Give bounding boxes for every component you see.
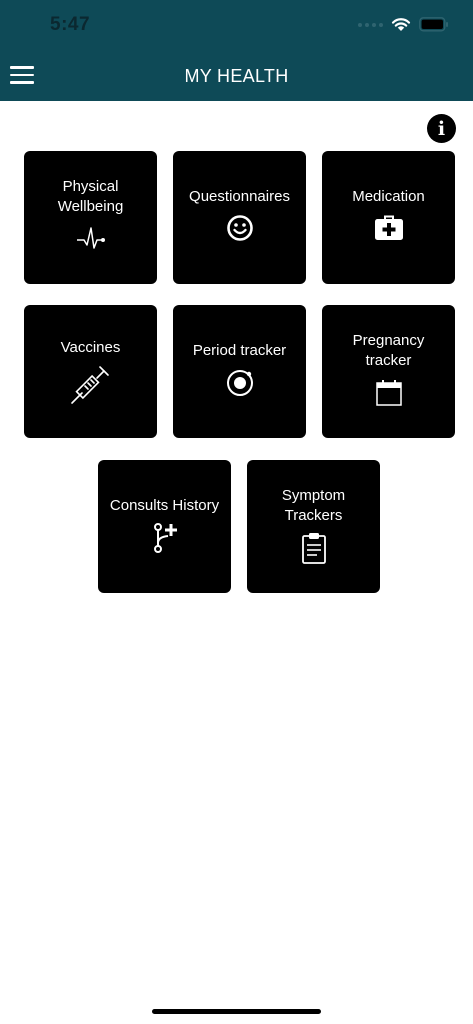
clipboard-icon [301, 533, 326, 564]
app-header: 5:47 MY HEALTH [0, 0, 473, 101]
info-button[interactable]: i [427, 114, 456, 143]
tile-label: Pregnancy tracker [352, 332, 425, 369]
target-circle-icon [226, 370, 253, 396]
tile-symptom-trackers[interactable]: Symptom Trackers [247, 460, 380, 593]
heartbeat-icon [76, 227, 105, 249]
info-icon: i [437, 117, 446, 140]
tile-label: Period tracker [192, 342, 287, 359]
calendar-icon [375, 380, 402, 406]
tile-pregnancy-tracker[interactable]: Pregnancy tracker [322, 305, 455, 438]
status-time: 5:47 [50, 14, 91, 35]
home-indicator[interactable] [152, 1009, 321, 1014]
syringe-icon [70, 366, 109, 404]
wifi-icon [391, 18, 411, 31]
smiley-icon [226, 215, 253, 241]
tile-vaccines[interactable]: Vaccines [24, 305, 157, 438]
signal-icon [358, 22, 383, 27]
tile-label: Vaccines [60, 339, 121, 356]
status-icons [358, 17, 449, 32]
battery-icon [419, 17, 448, 32]
tile-questionnaires[interactable]: Questionnaires [173, 151, 306, 284]
branch-plus-icon [153, 523, 177, 553]
tile-period-tracker[interactable]: Period tracker [173, 305, 306, 438]
page-title: MY HEALTH [184, 66, 289, 86]
tile-consults-history[interactable]: Consults History [98, 460, 231, 593]
tile-label: Medication [352, 188, 425, 205]
tile-medication[interactable]: Medication [322, 151, 455, 284]
tile-physical-wellbeing[interactable]: Physical Wellbeing [24, 151, 157, 284]
tile-label: Consults History [109, 497, 220, 514]
tile-label: Physical Wellbeing [57, 178, 124, 215]
tile-label: Questionnaires [189, 188, 290, 205]
tile-label: Symptom Trackers [281, 487, 346, 524]
medical-kit-icon [374, 215, 403, 240]
